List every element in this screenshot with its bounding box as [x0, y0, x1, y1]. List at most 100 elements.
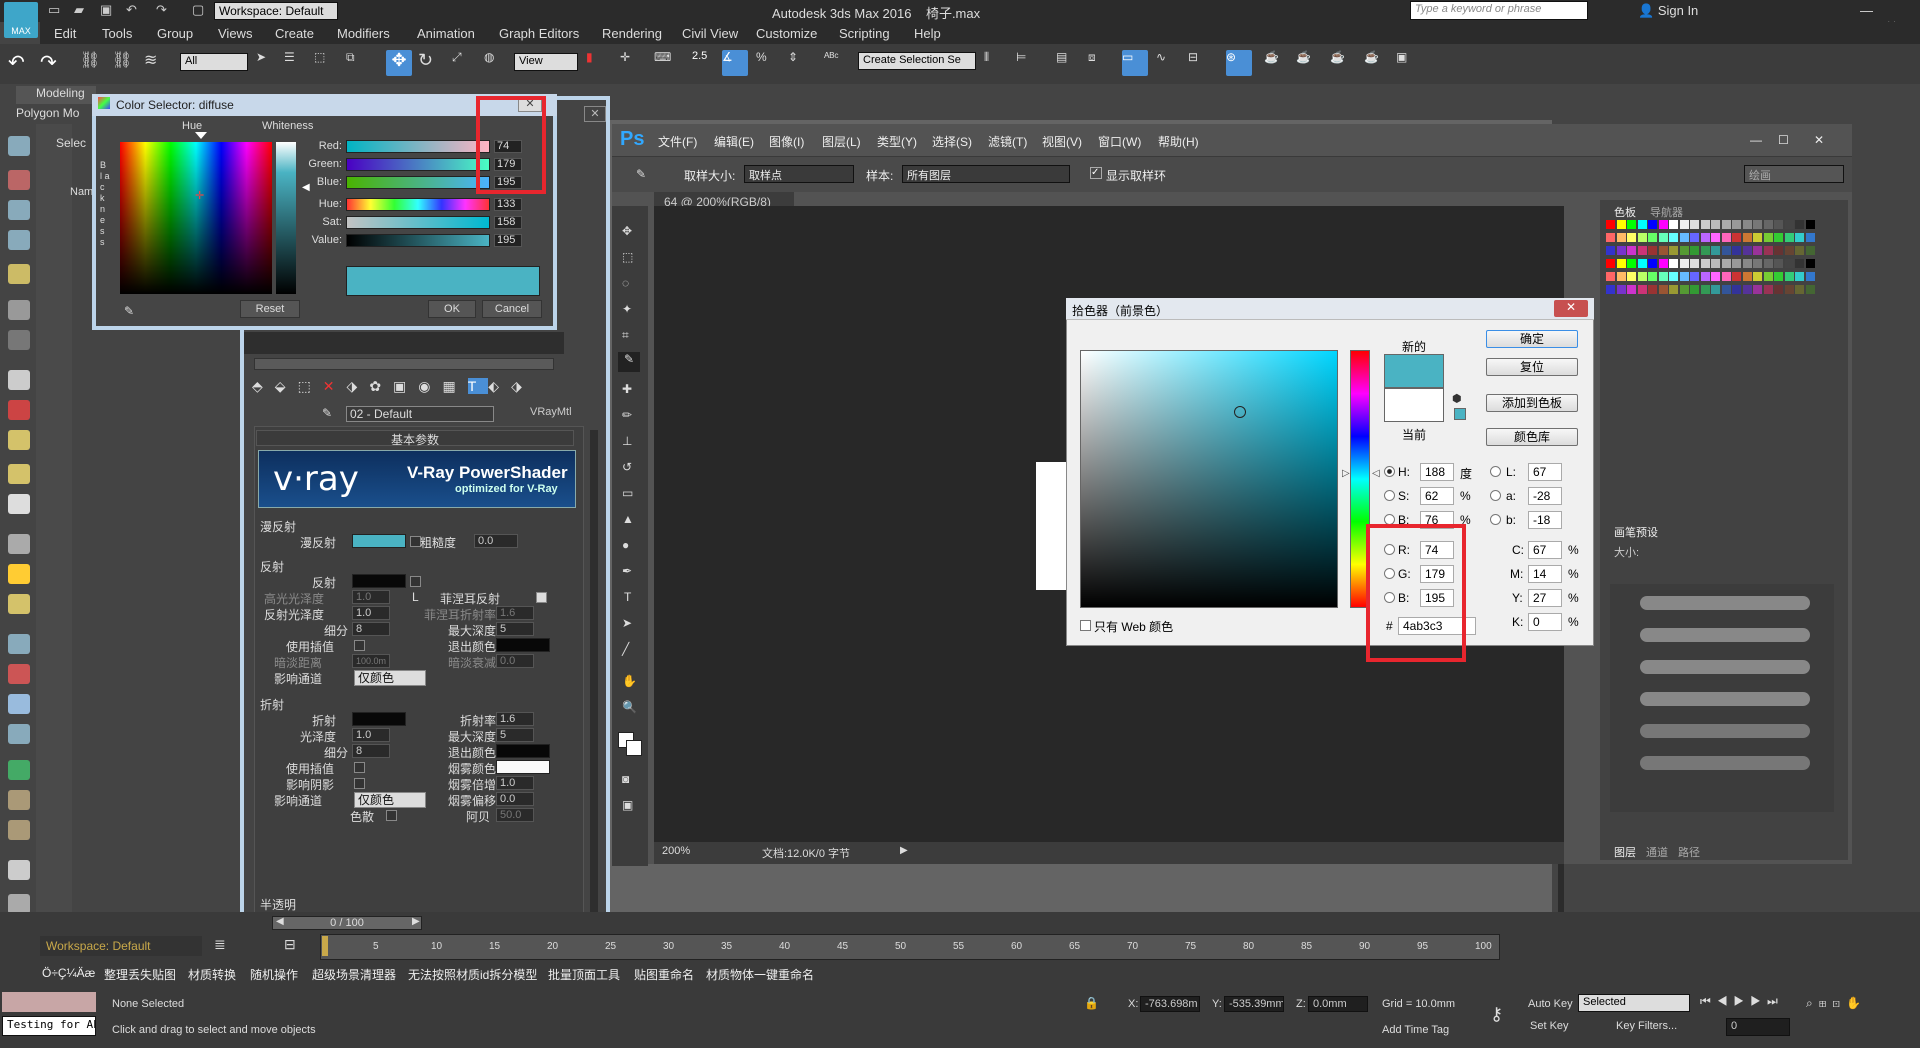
select-manipulate-icon[interactable]: ✛: [620, 50, 646, 76]
keyboard-shortcut-icon[interactable]: ⌨: [654, 50, 680, 76]
swatch-cell[interactable]: [1637, 246, 1647, 255]
swatch-cell[interactable]: [1732, 233, 1741, 242]
ribbon-polygon-modeling[interactable]: Polygon Mo: [14, 106, 96, 124]
hand-icon[interactable]: [8, 820, 30, 840]
eyedropper-icon[interactable]: ✎: [322, 406, 332, 420]
swatch-cell[interactable]: [1795, 285, 1804, 294]
fog-color-swatch[interactable]: [496, 760, 550, 774]
swatch-cell[interactable]: [1774, 259, 1783, 268]
minimize-icon[interactable]: —: [1860, 3, 1887, 18]
dispersion-checkbox[interactable]: [386, 810, 397, 821]
selection-filter-select[interactable]: All: [180, 53, 248, 71]
use-interp2-checkbox[interactable]: [354, 762, 365, 773]
menu-scripting[interactable]: Scripting: [839, 26, 890, 41]
ps-brush-presets-tab[interactable]: 画笔预设: [1614, 524, 1658, 540]
menu-help[interactable]: Help: [914, 26, 941, 41]
ps-healing-tool-icon[interactable]: ✚: [622, 382, 632, 396]
swatch-cell[interactable]: [1627, 285, 1636, 294]
go-sibling-icon[interactable]: ⬗: [511, 378, 534, 394]
swatch-cell[interactable]: [1795, 220, 1804, 229]
angle-snap-icon[interactable]: ∡: [722, 50, 748, 76]
plugin-2[interactable]: 整理丢失贴图: [104, 966, 176, 983]
swatch-cell[interactable]: [1711, 220, 1720, 229]
ps-maximize-icon[interactable]: ☐: [1778, 133, 1789, 147]
hierarchy-icon[interactable]: [8, 200, 30, 220]
material-editor-icon[interactable]: ⊛: [1226, 50, 1252, 76]
ps-hand-tool-icon[interactable]: ✋: [622, 674, 637, 688]
rollout-scrollbar[interactable]: [590, 430, 598, 914]
swatch-cell[interactable]: [1753, 233, 1762, 242]
affect-ch2-select[interactable]: 仅颜色: [354, 792, 426, 808]
swatch-cell[interactable]: [1606, 259, 1615, 268]
time-cursor[interactable]: [322, 936, 328, 956]
swatch-cell[interactable]: [1616, 259, 1626, 268]
swatch-cell[interactable]: [1606, 246, 1615, 255]
reflect-swatch[interactable]: [352, 574, 406, 588]
swatch-cell[interactable]: [1711, 246, 1720, 255]
ps-h-radio[interactable]: [1384, 466, 1395, 477]
swatch-cell[interactable]: [1774, 233, 1783, 242]
ps-s-radio[interactable]: [1384, 490, 1395, 501]
plugin-4[interactable]: 随机操作: [250, 966, 298, 983]
redo-icon[interactable]: ↷: [156, 2, 167, 18]
swatch-cell[interactable]: [1784, 285, 1794, 294]
ior-spinner[interactable]: 1.6: [496, 712, 534, 726]
ps-picker-ok-button[interactable]: 确定: [1486, 330, 1578, 348]
gloss-spinner[interactable]: 1.0: [352, 728, 390, 742]
next-frame-icon[interactable]: ▶: [1750, 994, 1767, 1008]
swatch-cell[interactable]: [1742, 259, 1752, 268]
swatch-cell[interactable]: [1742, 233, 1752, 242]
box-icon[interactable]: [8, 430, 30, 450]
ps-swatches-grid[interactable]: [1606, 220, 1816, 304]
swatch-cell[interactable]: [1637, 272, 1647, 281]
swatch-cell[interactable]: [1637, 233, 1647, 242]
cs-sat-bar[interactable]: [346, 216, 490, 229]
go-parent-icon[interactable]: ⬖: [488, 378, 511, 394]
y-coord[interactable]: -535.39mm: [1224, 996, 1284, 1012]
ps-menu-view[interactable]: 视图(V): [1042, 133, 1082, 150]
cs-value-bar[interactable]: [346, 234, 490, 247]
scale-icon[interactable]: ⤢: [452, 50, 478, 76]
cs-hue-marker-icon[interactable]: [195, 132, 207, 139]
exit-color2-swatch[interactable]: [496, 744, 550, 758]
swatch-cell[interactable]: [1763, 220, 1773, 229]
swatch-cell[interactable]: [1700, 259, 1710, 268]
swatch-cell[interactable]: [1700, 233, 1710, 242]
render-production-icon[interactable]: ☕: [1330, 50, 1356, 76]
move-icon[interactable]: ✥: [386, 50, 412, 76]
swatch-cell[interactable]: [1658, 233, 1668, 242]
refl-gloss-spinner[interactable]: 1.0: [352, 606, 390, 620]
app-logo[interactable]: MAX: [4, 2, 38, 38]
swatch-cell[interactable]: [1690, 259, 1699, 268]
swatch-cell[interactable]: [1627, 272, 1636, 281]
ps-color-library-button[interactable]: 颜色库: [1486, 428, 1578, 446]
select-object-icon[interactable]: ➤: [256, 50, 282, 76]
torus-icon[interactable]: [8, 594, 30, 614]
holdfetch-icon[interactable]: ▢: [192, 2, 204, 18]
swatch-cell[interactable]: [1627, 233, 1636, 242]
open-icon[interactable]: ▰: [74, 2, 84, 18]
menu-rendering[interactable]: Rendering: [602, 26, 662, 41]
hair-icon[interactable]: [8, 790, 30, 810]
ps-menu-window[interactable]: 窗口(W): [1098, 133, 1141, 150]
particles-icon[interactable]: [8, 634, 30, 654]
ps-web-only-checkbox[interactable]: [1080, 620, 1091, 631]
ps-add-swatch-button[interactable]: 添加到色板: [1486, 394, 1578, 412]
ps-l-input[interactable]: 67: [1528, 463, 1562, 481]
menu-edit[interactable]: Edit: [54, 26, 76, 41]
cs-picker-marker[interactable]: ✛: [195, 189, 204, 202]
x-coord[interactable]: -763.698m: [1140, 996, 1200, 1012]
swatch-cell[interactable]: [1669, 220, 1678, 229]
ps-show-ring-checkbox[interactable]: ✓: [1090, 167, 1102, 179]
reference-coord-select[interactable]: View: [514, 53, 578, 71]
ps-lab-b-radio[interactable]: [1490, 514, 1501, 525]
swatch-cell[interactable]: [1763, 246, 1773, 255]
unique-icon[interactable]: ✿: [369, 378, 393, 394]
swatch-cell[interactable]: [1711, 259, 1720, 268]
ps-paths-tab[interactable]: 路径: [1678, 844, 1700, 860]
swatch-cell[interactable]: [1753, 246, 1762, 255]
swatch-cell[interactable]: [1627, 246, 1636, 255]
redo-button[interactable]: ↷: [40, 50, 66, 76]
swatch-cell[interactable]: [1669, 233, 1678, 242]
cs-whiteness-bar[interactable]: [276, 142, 296, 294]
